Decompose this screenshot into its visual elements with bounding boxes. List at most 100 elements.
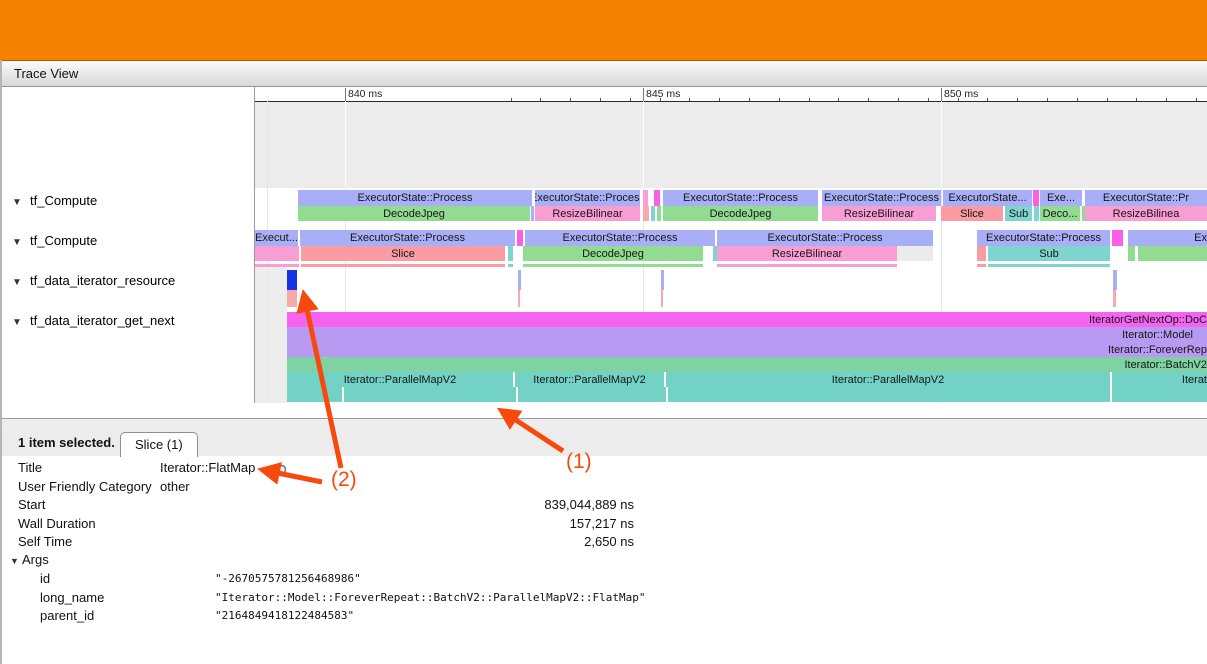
trace-slice[interactable] — [1128, 246, 1135, 261]
ruler-minor-tick — [987, 98, 988, 101]
ruler-minor-tick — [570, 98, 571, 101]
trace-slice[interactable]: ResizeBilinear — [535, 206, 640, 221]
trace-slice[interactable]: Iterator::BatchV2 — [287, 357, 1207, 372]
trace-slice[interactable]: ExecutorState::Process — [300, 230, 515, 246]
trace-slice[interactable] — [1112, 230, 1123, 246]
trace-slice[interactable] — [508, 246, 513, 261]
annotation-label-2: (2) — [331, 468, 357, 492]
trace-slice[interactable] — [1113, 290, 1116, 307]
trace-slice[interactable]: IteratorGetNextOp::DoC — [287, 312, 1207, 327]
arg-key: parent_id — [40, 607, 94, 625]
trace-slice[interactable]: DecodeJpeg — [523, 246, 703, 261]
tab-slice[interactable]: Slice (1) — [120, 432, 198, 457]
trace-slice[interactable] — [1113, 270, 1117, 290]
arg-key: long_name — [40, 589, 104, 607]
trace-slice[interactable]: ExecutorState::Pr — [1085, 190, 1207, 206]
timeline-empty-band — [255, 101, 1207, 188]
title-value: Iterator::FlatMap — [160, 459, 255, 477]
trace-slice[interactable] — [643, 190, 648, 206]
trace-view-header: Trace View — [2, 61, 1207, 87]
trace-slice[interactable]: ExecutorState::Process — [717, 230, 933, 246]
args-row[interactable]: ▼Args — [10, 551, 49, 569]
trace-slice[interactable] — [897, 246, 933, 261]
trace-slice[interactable] — [977, 246, 986, 261]
trace-slice[interactable]: Exe... — [1040, 190, 1082, 206]
ruler-minor-tick — [1077, 98, 1078, 101]
magnifier-icon[interactable] — [276, 464, 291, 484]
metric-value: 157,217 ns — [18, 515, 634, 533]
annotation-label-1: (1) — [566, 450, 592, 474]
trace-slice[interactable] — [508, 264, 513, 267]
trace-slice[interactable]: ExecutorState::Process — [822, 190, 941, 206]
trace-slice[interactable] — [518, 270, 521, 290]
trace-slice[interactable]: DecodeJpeg — [298, 206, 530, 221]
args-label: Args — [22, 552, 49, 567]
trace-slice[interactable]: Deco... — [1040, 206, 1080, 221]
trace-slice[interactable]: ExecutorState::Process — [525, 230, 715, 246]
trace-slice[interactable]: Slice — [301, 246, 505, 261]
trace-slice[interactable] — [668, 387, 1110, 402]
trace-slice[interactable] — [518, 387, 666, 402]
trace-slice[interactable] — [517, 230, 523, 246]
trace-slice[interactable] — [523, 264, 703, 267]
trace-slice[interactable]: ResizeBilinea — [1085, 206, 1207, 221]
arg-key: id — [40, 570, 50, 588]
ruler-minor-tick — [838, 98, 839, 101]
trace-slice[interactable] — [988, 264, 1110, 267]
trace-slice[interactable]: Iterator::ParallelMapV2 — [666, 372, 1110, 387]
trace-slice[interactable]: Iterator::ForeverRep — [287, 342, 1207, 357]
trace-slice[interactable] — [255, 246, 299, 261]
trace-slice[interactable]: Iterator::ParallelMapV2 — [515, 372, 664, 387]
args-collapse-icon[interactable]: ▼ — [10, 552, 22, 570]
trace-slice[interactable] — [977, 264, 986, 267]
trace-slice[interactable] — [287, 270, 297, 290]
arg-value: "2164849418122484583" — [215, 607, 354, 625]
ruler: 840 ms845 ms850 ms — [255, 88, 1207, 102]
trace-slice[interactable] — [344, 387, 516, 402]
trace-slice[interactable]: Sub — [1005, 206, 1032, 221]
trace-slice[interactable]: Iterat — [1112, 372, 1207, 387]
trace-slice[interactable] — [661, 290, 663, 307]
ruler-minor-tick — [1136, 98, 1137, 101]
trace-slice[interactable] — [643, 206, 649, 221]
trace-slice[interactable]: ExecutorState::Process — [977, 230, 1110, 246]
trace-slice[interactable]: ExecutorState::Process — [298, 190, 532, 206]
top-orange-banner — [0, 0, 1207, 61]
trace-slice[interactable]: Slice — [941, 206, 1003, 221]
ruler-minor-tick — [958, 98, 959, 101]
trace-slice[interactable]: Iterator::ParallelMapV2 — [287, 372, 513, 387]
trace-slice[interactable]: ExecutorState... — [943, 190, 1032, 206]
trace-slice[interactable] — [301, 264, 505, 267]
trace-slice[interactable] — [1138, 246, 1207, 261]
trace-slice[interactable] — [518, 290, 520, 307]
trace-slice[interactable] — [287, 387, 342, 402]
ruler-minor-tick — [689, 98, 690, 101]
trace-slice[interactable] — [657, 206, 661, 221]
trace-slice[interactable] — [717, 264, 897, 267]
ruler-minor-tick — [1017, 98, 1018, 101]
trace-slice[interactable] — [1112, 387, 1207, 402]
trace-view-title: Trace View — [14, 66, 78, 81]
trace-slice[interactable] — [1034, 206, 1039, 221]
trace-slice[interactable] — [531, 206, 534, 221]
trace-slice[interactable]: Ex — [1128, 230, 1207, 246]
trace-slice[interactable]: DecodeJpeg — [663, 206, 818, 221]
ruler-minor-tick — [1047, 98, 1048, 101]
trace-slice[interactable] — [651, 206, 655, 221]
trace-slice[interactable] — [654, 190, 660, 206]
ruler-minor-tick — [540, 98, 541, 101]
inspector-panel: Title Iterator::FlatMap User Friendly Ca… — [2, 456, 1207, 664]
ruler-minor-tick — [1166, 98, 1167, 101]
trace-slice[interactable]: Iterator::Model — [287, 327, 1207, 342]
trace-slice[interactable]: Execut... — [255, 230, 298, 246]
trace-slice[interactable]: ResizeBilinear — [822, 206, 936, 221]
trace-slice[interactable]: ExecutorState::Process — [663, 190, 818, 206]
trace-slice[interactable] — [287, 290, 297, 307]
trace-slice[interactable]: Sub — [988, 246, 1110, 261]
trace-slice[interactable] — [661, 270, 664, 290]
trace-slice[interactable]: ResizeBilinear — [717, 246, 897, 261]
trace-slice[interactable]: ExecutorState::Process — [535, 190, 640, 206]
trace-slice[interactable] — [255, 264, 299, 267]
arg-value: "Iterator::Model::ForeverRepeat::BatchV2… — [215, 589, 645, 607]
trace-slice[interactable] — [1033, 190, 1039, 206]
